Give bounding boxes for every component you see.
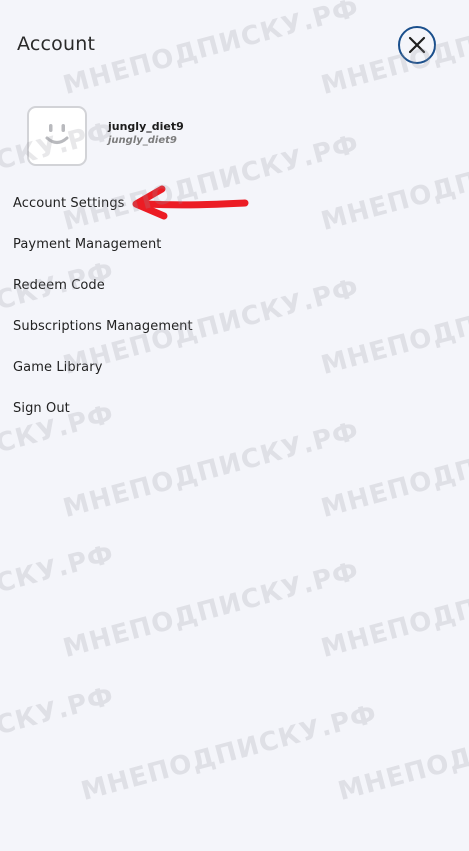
menu-item-sign-out[interactable]: Sign Out <box>13 399 193 440</box>
menu-item-subscriptions-management[interactable]: Subscriptions Management <box>13 317 193 358</box>
menu-item-redeem-code[interactable]: Redeem Code <box>13 276 193 317</box>
profile-section: jungly_diet9 jungly_diet9 <box>27 106 184 166</box>
account-panel: Account jungly_diet9 jungly_diet9 Accoun… <box>0 0 469 851</box>
smiley-face-icon <box>37 114 77 158</box>
menu-item-payment-management[interactable]: Payment Management <box>13 235 193 276</box>
close-icon <box>408 36 426 54</box>
profile-names: jungly_diet9 jungly_diet9 <box>108 119 184 148</box>
user-handle: jungly_diet9 <box>108 134 177 146</box>
page-title: Account <box>17 33 96 55</box>
username: jungly_diet9 <box>108 119 184 133</box>
close-button[interactable] <box>398 26 436 64</box>
account-menu: Account Settings Payment Management Rede… <box>13 194 193 440</box>
menu-item-game-library[interactable]: Game Library <box>13 358 193 399</box>
avatar[interactable] <box>27 106 87 166</box>
red-arrow-annotation <box>128 184 253 228</box>
